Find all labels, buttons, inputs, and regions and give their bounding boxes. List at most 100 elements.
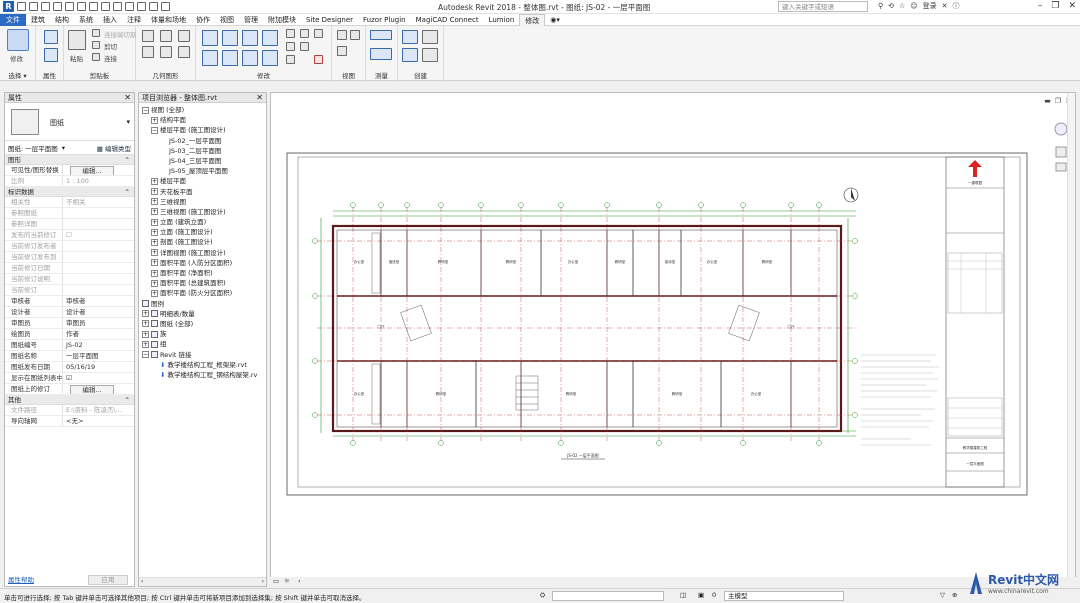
cut-label[interactable]: 剪切 <box>104 41 117 51</box>
collapse-icon[interactable]: ⌃ <box>125 155 130 165</box>
expand-icon[interactable]: + <box>142 320 149 328</box>
property-value[interactable]: 编辑... <box>63 165 134 175</box>
tab-13[interactable]: Lumion <box>484 14 520 26</box>
modify-tool-icon[interactable] <box>7 29 29 51</box>
tab-1[interactable]: 结构 <box>50 14 74 26</box>
tab-12[interactable]: MagiCAD Connect <box>411 14 484 26</box>
expand-icon[interactable]: + <box>151 289 158 297</box>
filter-icon[interactable]: ▽ <box>940 591 945 599</box>
array-icon[interactable] <box>286 42 295 51</box>
tab-9[interactable]: 附加模块 <box>263 14 301 26</box>
panel-select-label[interactable]: 选择 ▾ <box>0 70 35 80</box>
tab-8[interactable]: 管理 <box>239 14 263 26</box>
override-icon[interactable] <box>350 30 360 40</box>
expand-icon[interactable]: − <box>142 106 149 114</box>
hide-icon[interactable] <box>337 30 347 40</box>
edit-button[interactable]: 编辑... <box>70 385 114 394</box>
clip-label[interactable]: 连接端切割 <box>104 29 137 39</box>
expand-icon[interactable]: + <box>151 228 158 236</box>
help-icon[interactable]: ⓘ <box>952 1 959 11</box>
close-icon[interactable]: ✕ <box>1068 1 1076 11</box>
expand-icon[interactable]: + <box>151 279 158 287</box>
property-value[interactable]: 设计者 <box>63 307 134 317</box>
instance-selector[interactable]: 图纸: 一层平面图 ▾ ▦ 编辑类型 <box>5 141 134 155</box>
tab-6[interactable]: 协作 <box>191 14 215 26</box>
tree-node[interactable]: − Revit 链接 <box>139 350 266 360</box>
tab-2[interactable]: 系统 <box>74 14 98 26</box>
property-value[interactable] <box>63 285 134 295</box>
property-row[interactable]: 图纸发布日期 05/16/19 <box>5 362 134 373</box>
tab-7[interactable]: 视图 <box>215 14 239 26</box>
rotate-icon[interactable] <box>242 50 258 66</box>
binoculars-icon[interactable]: ⚲ <box>878 2 883 10</box>
wall-joins-icon[interactable] <box>142 46 154 58</box>
open-icon[interactable] <box>17 2 26 11</box>
expand-icon[interactable]: + <box>151 208 158 216</box>
expand-icon[interactable]: + <box>151 198 158 206</box>
sun-path-icon[interactable]: ☼ <box>284 577 290 585</box>
sign-in-button[interactable]: 登录 <box>923 1 937 11</box>
measure-icon[interactable] <box>89 2 98 11</box>
tree-node[interactable]: − 视图 (全部) <box>139 105 266 115</box>
tree-node[interactable]: + 面积平面 (总建筑面积) <box>139 278 266 288</box>
expand-icon[interactable]: + <box>151 269 158 277</box>
property-value[interactable]: 05/16/19 <box>63 362 134 372</box>
property-value[interactable]: ☐ <box>63 230 134 240</box>
property-row[interactable]: 发布的当前修订 ☐ <box>5 230 134 241</box>
rotate-small-icon[interactable] <box>314 29 323 38</box>
expand-icon[interactable]: + <box>151 249 158 257</box>
expand-icon[interactable]: + <box>151 188 158 195</box>
property-row[interactable]: 文件路径 E:\资料 - 陈凌杰\... <box>5 405 134 416</box>
tree-node[interactable]: + 面积平面 (人防分区面积) <box>139 258 266 268</box>
mirror-axis-icon[interactable] <box>242 30 258 46</box>
measure-distance-icon[interactable] <box>370 30 392 40</box>
property-row[interactable]: 设计者 设计者 <box>5 307 134 318</box>
property-row[interactable]: 绘图员 作者 <box>5 329 134 340</box>
tree-node[interactable]: + 详图视图 (施工图设计) <box>139 248 266 258</box>
section-icon[interactable] <box>125 2 134 11</box>
expand-icon[interactable]: + <box>151 238 158 246</box>
property-value[interactable]: 审核者 <box>63 296 134 306</box>
thin-lines-icon[interactable] <box>137 2 146 11</box>
property-group[interactable]: 其他 ⌃ <box>5 395 134 405</box>
tab-more-icon[interactable]: ◉▾ <box>545 14 565 26</box>
match-icon[interactable] <box>92 53 100 61</box>
tree-node[interactable]: + 族 <box>139 329 266 339</box>
close-icon[interactable]: ✕ <box>256 93 263 103</box>
tab-5[interactable]: 体量和场地 <box>146 14 191 26</box>
expand-icon[interactable]: + <box>142 310 149 318</box>
star-icon[interactable]: ☆ <box>899 2 905 10</box>
redo-icon[interactable] <box>65 2 74 11</box>
property-group[interactable]: 图形 ⌃ <box>5 155 134 165</box>
join-geometry-icon[interactable] <box>178 30 190 42</box>
tab-14[interactable]: 修改 <box>519 13 546 26</box>
tree-node[interactable]: + 面积平面 (防火分区面积) <box>139 288 266 298</box>
property-row[interactable]: 参照图纸 <box>5 208 134 219</box>
view-scale-icon[interactable]: ▭ <box>273 577 279 585</box>
dimension-icon[interactable] <box>370 48 392 60</box>
expand-icon[interactable]: + <box>142 340 149 348</box>
tree-node[interactable]: + 楼层平面 <box>139 176 266 186</box>
collapse-icon[interactable]: ⌃ <box>125 187 130 197</box>
cut-geometry-icon[interactable] <box>160 30 172 42</box>
create-assembly-icon[interactable] <box>402 30 418 44</box>
property-value[interactable]: 1 : 100 <box>63 176 134 186</box>
scroll-right-icon[interactable]: › <box>262 578 264 585</box>
tab-10[interactable]: Site Designer <box>301 14 358 26</box>
type-selector[interactable]: 图纸 ▾ <box>5 103 134 141</box>
property-value[interactable]: 作者 <box>63 329 134 339</box>
linework-icon[interactable] <box>337 46 347 56</box>
create-similar-icon[interactable] <box>422 48 438 62</box>
tree-node[interactable]: + 立面 (施工图设计) <box>139 227 266 237</box>
print-icon[interactable] <box>77 2 86 11</box>
property-value[interactable]: JS-02 <box>63 340 134 350</box>
cope-icon[interactable] <box>142 30 154 42</box>
move-small-icon[interactable] <box>286 29 295 38</box>
property-row[interactable]: 当前修订发布者 <box>5 241 134 252</box>
paint-icon[interactable] <box>178 46 190 58</box>
collapse-icon[interactable]: ⌃ <box>125 395 130 405</box>
expand-icon[interactable]: + <box>142 330 149 338</box>
property-value[interactable] <box>63 241 134 251</box>
property-value[interactable]: E:\资料 - 陈凌杰\... <box>63 405 134 415</box>
close-icon[interactable]: ✕ <box>124 93 131 103</box>
